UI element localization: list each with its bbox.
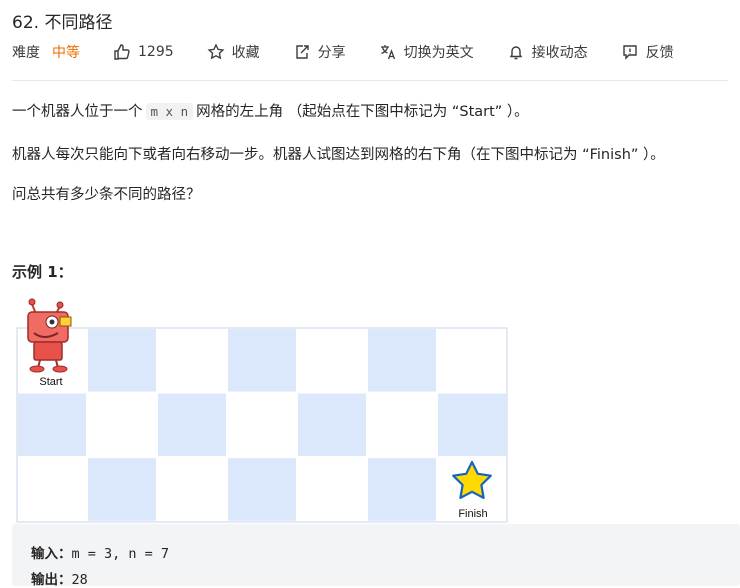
grid-cell bbox=[156, 456, 228, 523]
description-paragraph-3: 问总共有多少条不同的路径？ bbox=[12, 187, 201, 203]
start-label: Start bbox=[39, 376, 62, 388]
grid-cell bbox=[436, 391, 508, 459]
grid-cell bbox=[86, 327, 158, 394]
feedback-button[interactable]: 反馈 bbox=[621, 42, 674, 62]
difficulty-badge: 中等 bbox=[52, 45, 80, 61]
input-value: m = 3, n = 7 bbox=[71, 546, 170, 562]
grid-cell bbox=[226, 391, 298, 459]
example-io-block: 输入：m = 3, n = 7 输出：28 bbox=[12, 524, 740, 588]
grid-cell bbox=[86, 456, 158, 523]
translate-button[interactable]: 切换为英文 bbox=[379, 42, 474, 62]
grid-cell bbox=[296, 391, 368, 459]
favorite-button[interactable]: 收藏 bbox=[207, 42, 260, 62]
input-label: 输入： bbox=[31, 546, 72, 562]
notify-label: 接收动态 bbox=[531, 45, 588, 61]
translate-icon bbox=[379, 43, 397, 61]
grid-figure: Start Finish bbox=[16, 298, 508, 523]
grid-cell bbox=[226, 327, 298, 394]
translate-label: 切换为英文 bbox=[403, 45, 474, 61]
finish-label: Finish bbox=[458, 508, 487, 520]
grid-cell bbox=[16, 456, 88, 523]
grid-cell bbox=[366, 456, 438, 523]
notify-button[interactable]: 接收动态 bbox=[507, 42, 588, 62]
grid-cells bbox=[16, 327, 508, 523]
grid-cell bbox=[296, 456, 368, 523]
star-icon bbox=[207, 43, 225, 61]
inline-code: m x n bbox=[145, 103, 194, 120]
example-input-line: 输入：m = 3, n = 7 bbox=[31, 542, 169, 562]
example-output-line: 输出：28 bbox=[31, 568, 88, 588]
desc-text: 一个机器人位于一个 bbox=[12, 104, 143, 120]
grid-cell bbox=[86, 391, 158, 459]
grid-cell bbox=[436, 327, 508, 394]
feedback-icon bbox=[621, 43, 639, 61]
share-icon bbox=[293, 43, 311, 61]
grid-cell bbox=[366, 327, 438, 394]
example-heading: 示例 1： bbox=[12, 263, 73, 281]
problem-title: 62. 不同路径 bbox=[12, 13, 113, 33]
grid-cell bbox=[226, 456, 298, 523]
description-paragraph-2: 机器人每次只能向下或者向右移动一步。机器人试图达到网格的右下角（在下图中标记为 … bbox=[12, 147, 665, 163]
desc-text: 网格的左上角 （起始点在下图中标记为 “Start” ）。 bbox=[196, 104, 529, 120]
favorite-label: 收藏 bbox=[231, 45, 260, 61]
problem-meta-bar: 难度 中等 1295 收藏 分享 切换为英文 接收动态 反馈 bbox=[12, 42, 707, 62]
share-label: 分享 bbox=[317, 45, 346, 61]
grid-cell bbox=[296, 327, 368, 394]
bell-icon bbox=[507, 43, 525, 61]
grid-cell bbox=[16, 391, 88, 459]
thumbs-up-icon bbox=[113, 43, 131, 61]
share-button[interactable]: 分享 bbox=[293, 42, 346, 62]
grid-cell bbox=[156, 327, 228, 394]
feedback-label: 反馈 bbox=[645, 45, 674, 61]
like-button[interactable]: 1295 bbox=[113, 43, 174, 61]
divider bbox=[12, 80, 728, 81]
description-paragraph-1: 一个机器人位于一个 m x n 网格的左上角 （起始点在下图中标记为 “Start”… bbox=[12, 100, 529, 121]
difficulty-label: 难度 bbox=[12, 45, 40, 61]
grid-cell bbox=[366, 391, 438, 459]
grid-cell bbox=[156, 391, 228, 459]
like-count: 1295 bbox=[138, 44, 174, 60]
